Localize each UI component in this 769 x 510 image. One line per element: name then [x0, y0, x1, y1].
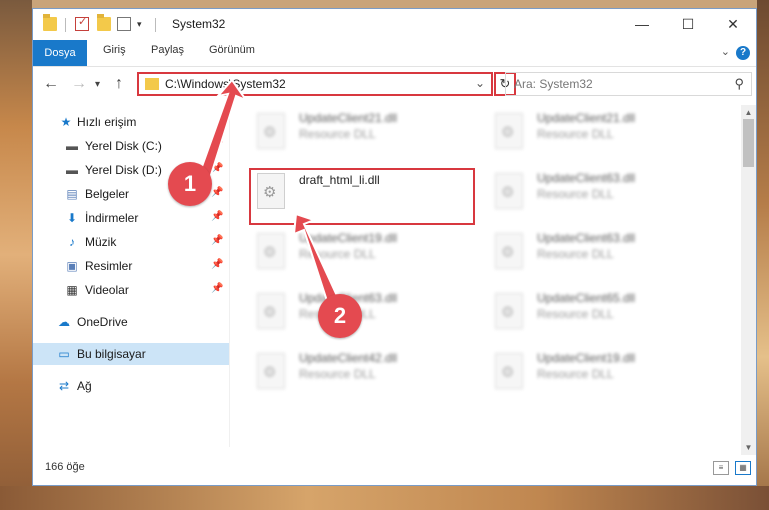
- step-1-callout: 1: [168, 162, 212, 206]
- step-2-callout: 2: [318, 294, 362, 338]
- arrow-1: [198, 78, 249, 180]
- annotation-arrows: [198, 78, 340, 306]
- arrow-2: [292, 212, 340, 306]
